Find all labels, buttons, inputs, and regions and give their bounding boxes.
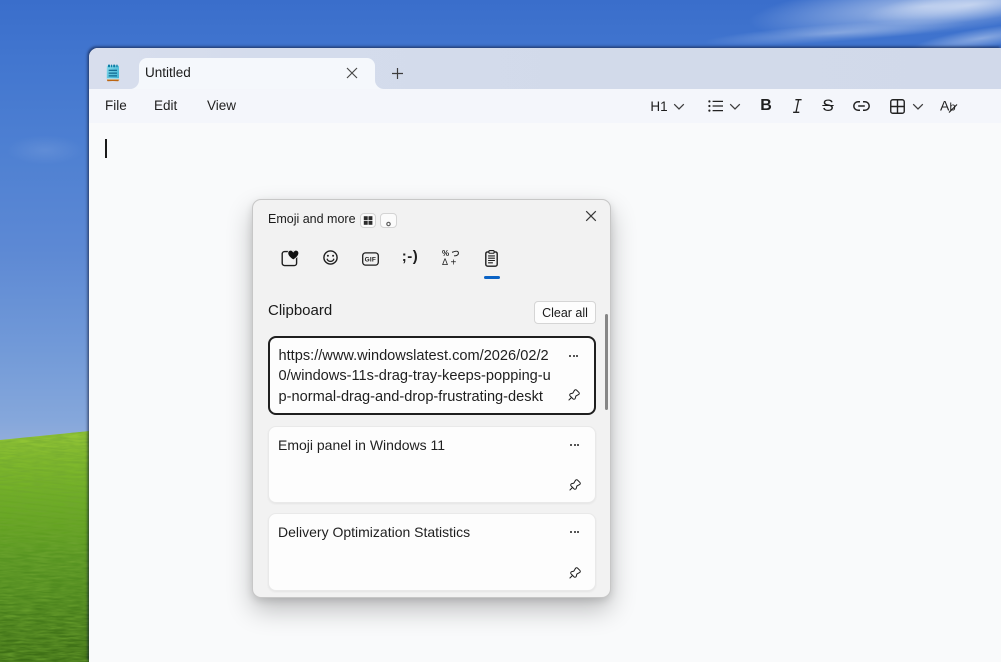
svg-text:Δ: Δ [442,257,448,266]
svg-text:+: + [450,258,456,267]
svg-text:A: A [940,98,950,114]
svg-text:GIF: GIF [364,257,375,264]
